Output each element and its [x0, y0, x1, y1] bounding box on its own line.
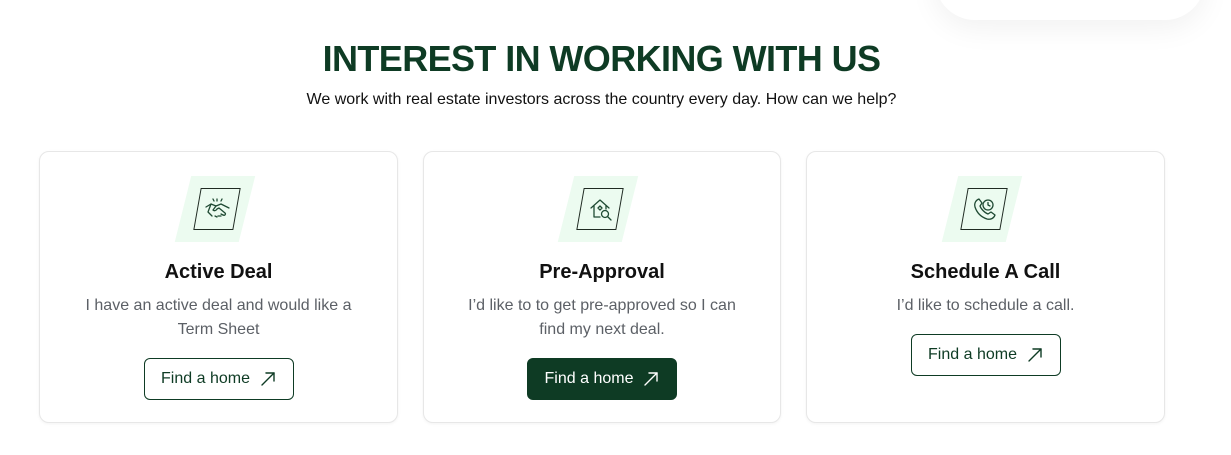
- phone-clock-icon: [941, 176, 1026, 244]
- card-pre-approval: Pre-Approval I’d like to to get pre-appr…: [423, 151, 781, 423]
- card-description: I’d like to schedule a call.: [896, 297, 1075, 314]
- find-home-button[interactable]: Find a home: [910, 334, 1061, 376]
- house-search-icon: [557, 176, 642, 244]
- card-active-deal: Active Deal I have an active deal and wo…: [39, 151, 398, 423]
- floating-panel-shadow: [935, 0, 1205, 20]
- find-home-button[interactable]: Find a home: [143, 358, 294, 400]
- card-description: I have an active deal and would like a T…: [85, 297, 352, 338]
- button-label: Find a home: [161, 370, 250, 387]
- card-title: Pre-Approval: [539, 261, 665, 283]
- section-subtitle: We work with real estate investors acros…: [306, 91, 897, 108]
- card-schedule-call: Schedule A Call I’d like to schedule a c…: [806, 151, 1165, 423]
- button-label: Find a home: [544, 370, 634, 387]
- card-description: I’d like to to get pre-approved so I can…: [468, 297, 736, 338]
- card-title: Schedule A Call: [910, 261, 1061, 283]
- arrow-up-right-icon: [260, 371, 276, 387]
- button-label: Find a home: [928, 346, 1017, 363]
- section-title: INTEREST IN WORKING WITH US: [322, 38, 881, 79]
- arrow-up-right-icon: [643, 371, 659, 387]
- card-title: Active Deal: [164, 261, 273, 283]
- handshake-icon: [174, 176, 259, 244]
- find-home-button[interactable]: Find a home: [527, 358, 677, 400]
- arrow-up-right-icon: [1027, 347, 1043, 363]
